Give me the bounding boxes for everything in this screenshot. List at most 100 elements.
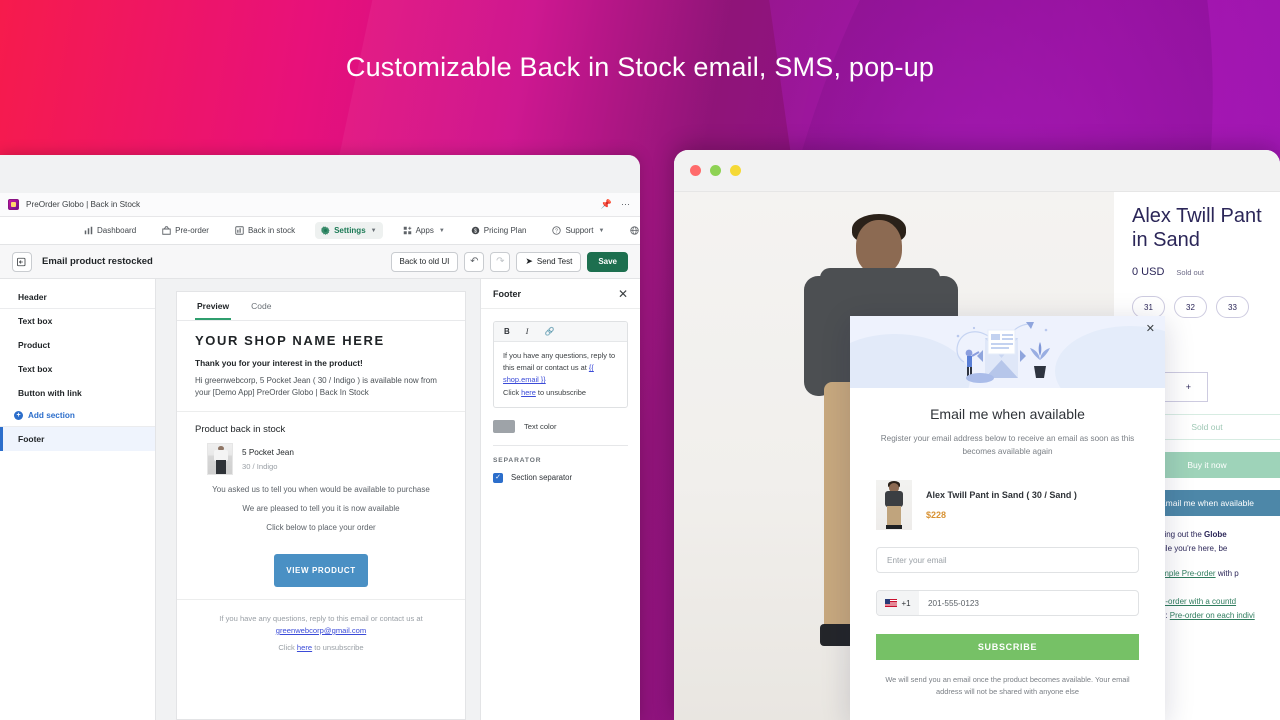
nav-label: Pre-order — [175, 226, 209, 235]
email-input[interactable]: Enter your email — [876, 547, 1139, 574]
separator-caption: SEPARATOR — [493, 456, 542, 464]
email-illustration — [956, 322, 1050, 383]
size-option-33[interactable]: 33 — [1216, 296, 1249, 318]
plus-icon: + — [14, 411, 23, 420]
back-arrow-icon — [17, 257, 26, 266]
phone-country-prefix[interactable]: +1 — [877, 591, 919, 616]
gear-icon — [320, 226, 330, 235]
view-product-button[interactable]: VIEW PRODUCT — [274, 554, 368, 587]
bold-button[interactable]: B — [504, 327, 510, 336]
tab-code[interactable]: Code — [249, 292, 273, 320]
traffic-light-close[interactable] — [690, 165, 701, 176]
nav-item-language[interactable]: English ▼ — [624, 222, 640, 239]
email-thanks-line: Thank you for your interest in the produ… — [195, 358, 363, 368]
modal-title: Email me when available — [930, 406, 1085, 422]
nav-label: Back in stock — [247, 226, 296, 235]
chevron-down-icon: ▼ — [370, 227, 377, 234]
add-section-button[interactable]: + Add section — [0, 405, 155, 427]
close-icon[interactable]: ✕ — [618, 288, 628, 300]
email-input-placeholder: Enter your email — [887, 555, 947, 565]
text-color-swatch[interactable] — [493, 419, 515, 433]
section-separator-checkbox[interactable]: ✓ — [493, 472, 503, 483]
email-footer-line-1: If you have any questions, reply to this… — [219, 614, 423, 623]
unsubscribe-link[interactable]: here — [297, 643, 312, 652]
nav-item-dashboard[interactable]: Dashboard — [78, 222, 142, 239]
modal-product-thumbnail — [876, 480, 912, 531]
section-item-text-box-1[interactable]: Text box — [0, 309, 155, 333]
nav-item-pre-order[interactable]: Pre-order — [156, 222, 215, 239]
nav-item-apps[interactable]: Apps ▼ — [397, 222, 451, 239]
modal-subtitle: Register your email address below to rec… — [880, 434, 1135, 457]
modal-product-row: Alex Twill Pant in Sand ( 30 / Sand ) $2… — [876, 480, 1139, 531]
settings-panel: Footer ✕ B I 🔗 If you have any questions… — [480, 279, 640, 720]
send-icon: ➤ — [525, 256, 533, 266]
email-footer-contact-link[interactable]: greenwebcorp@gmail.com — [195, 626, 447, 635]
traffic-light-minimize[interactable] — [710, 165, 721, 176]
size-option-31[interactable]: 31 — [1132, 296, 1165, 318]
section-item-text-box-2[interactable]: Text box — [0, 357, 155, 381]
product-title: Alex Twill Pant in Sand — [1132, 205, 1262, 251]
svg-text:$: $ — [474, 228, 477, 234]
preview-column: Preview Code YOUR SHOP NAME HERE Thank y… — [156, 279, 480, 720]
size-option-32[interactable]: 32 — [1174, 296, 1207, 318]
page-header-bar: Email product restocked Back to old UI ↶… — [0, 245, 640, 279]
countdown-preorder-link[interactable]: Pre-order with a countd — [1153, 597, 1236, 606]
modal-privacy-note: We will send you an email once the produ… — [885, 675, 1130, 697]
quantity-increment[interactable]: + — [1186, 382, 1191, 392]
nav-item-pricing-plan[interactable]: $ Pricing Plan — [465, 222, 533, 239]
us-flag-icon — [885, 599, 898, 608]
rich-text-editor[interactable]: B I 🔗 If you have any questions, reply t… — [493, 321, 628, 408]
text-color-row: Text color — [493, 419, 628, 433]
traffic-light-maximize[interactable] — [730, 165, 741, 176]
italic-button[interactable]: I — [526, 327, 529, 336]
browser-chrome-top — [0, 155, 640, 193]
desc-bold: Globe — [1204, 530, 1227, 539]
send-test-button[interactable]: ➤ Send Test — [516, 251, 582, 272]
save-button[interactable]: Save — [587, 251, 628, 272]
more-icon[interactable]: ⋯ — [621, 200, 630, 209]
section-item-button-with-link[interactable]: Button with link — [0, 381, 155, 405]
nav-item-support[interactable]: ? Support ▼ — [546, 222, 610, 239]
email-line-1: You asked us to tell you when would be a… — [212, 485, 430, 494]
rte-toolbar: B I 🔗 — [494, 322, 627, 342]
individual-preorder-link[interactable]: Pre-order on each indivi — [1170, 611, 1255, 620]
browser-tab-bar[interactable]: PreOrder Globo | Back in Stock 📌 ⋯ — [0, 193, 640, 217]
rte-content[interactable]: If you have any questions, reply to this… — [494, 342, 627, 407]
unsub-pre: Click — [278, 643, 297, 652]
preview-card: Preview Code YOUR SHOP NAME HERE Thank y… — [176, 291, 466, 720]
email-footer-line-2: Click here to unsubscribe — [195, 643, 447, 652]
redo-icon[interactable]: ↷ — [490, 251, 511, 272]
page-title: Email product restocked — [42, 256, 153, 267]
email-product-section: Product back in stock 5 Pocket Jean 30 /… — [177, 412, 465, 600]
nav-label: Settings — [334, 226, 366, 235]
product-thumbnail — [207, 443, 233, 475]
phone-input-value: 201-555-0123 — [928, 598, 979, 608]
undo-icon[interactable]: ↶ — [464, 251, 485, 272]
email-header-section: YOUR SHOP NAME HERE Thank you for your i… — [177, 321, 465, 412]
section-item-header[interactable]: Header — [0, 285, 155, 309]
phone-input[interactable]: +1 201-555-0123 — [876, 590, 1139, 617]
globe-icon — [630, 226, 640, 235]
nav-item-back-in-stock[interactable]: Back in stock — [229, 222, 301, 239]
nav-label: Pricing Plan — [483, 226, 527, 235]
back-to-old-ui-button[interactable]: Back to old UI — [390, 251, 459, 272]
tab-bar-actions: 📌 ⋯ — [601, 200, 632, 209]
modal-product-name: Alex Twill Pant in Sand ( 30 / Sand ) — [926, 490, 1077, 501]
pin-icon[interactable]: 📌 — [601, 200, 612, 209]
section-item-product[interactable]: Product — [0, 333, 155, 357]
link-icon[interactable]: 🔗 — [544, 327, 554, 336]
close-icon[interactable]: ✕ — [1146, 324, 1155, 335]
section-item-footer[interactable]: Footer — [0, 427, 155, 451]
tab-preview[interactable]: Preview — [195, 292, 232, 320]
separator-row[interactable]: ✓ Section separator — [493, 472, 628, 483]
nav-item-settings[interactable]: Settings ▼ — [315, 222, 383, 239]
rte-here-link[interactable]: here — [521, 388, 536, 397]
subscribe-button[interactable]: SUBSCRIBE — [876, 634, 1139, 661]
add-section-label: Add section — [28, 411, 75, 420]
question-circle-icon: ? — [552, 226, 562, 235]
back-button[interactable] — [12, 251, 32, 272]
chevron-down-icon: ▼ — [438, 227, 445, 234]
browser-tab-title[interactable]: PreOrder Globo | Back in Stock — [26, 200, 140, 209]
settings-panel-header: Footer ✕ — [481, 279, 640, 309]
nav-label: Support — [565, 226, 594, 235]
